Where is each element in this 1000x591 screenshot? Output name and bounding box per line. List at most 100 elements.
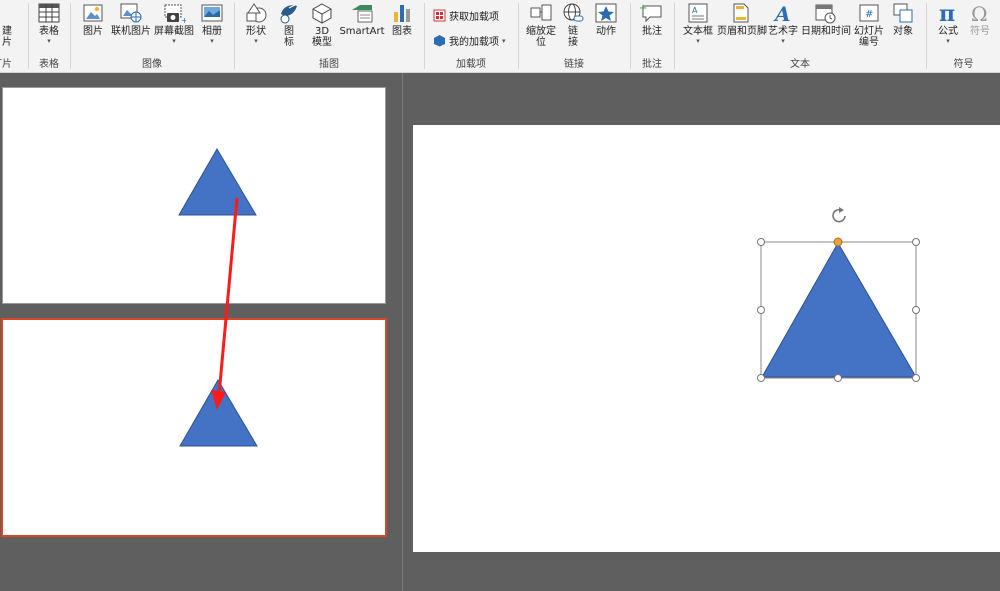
illustrations-group: 形状 ▾ 图 标 3D 模型 SmartArt 图表 插图 [235, 0, 423, 72]
link-label-2: 接 [568, 37, 578, 48]
equation-button[interactable]: π 公式 ▾ [933, 2, 963, 45]
adjust-handle-apex[interactable] [833, 237, 843, 247]
slide-canvas[interactable] [413, 125, 1000, 552]
textbox-button[interactable]: A 文本框 ▾ [681, 2, 715, 45]
album-button[interactable]: 相册 ▾ [197, 2, 227, 45]
3d-model-button[interactable]: 3D 模型 [307, 2, 337, 48]
chevron-down-icon: ▾ [781, 37, 785, 45]
textbox-icon: A [688, 3, 708, 23]
picture-label: 图片 [83, 26, 103, 37]
wordart-label: 艺术字 [768, 26, 798, 37]
slide-thumbnail-2-selected[interactable] [1, 318, 387, 537]
new-slide-label-2: 片 [2, 37, 12, 48]
album-icon [201, 4, 223, 22]
online-picture-button[interactable]: 联机图片 [111, 2, 151, 37]
get-addins-label: 获取加载项 [449, 12, 499, 23]
new-slide-button[interactable]: 建 片 [0, 26, 20, 48]
text-group-label: 文本 [790, 59, 810, 70]
svg-text:Ω: Ω [971, 2, 988, 24]
header-footer-button[interactable]: 页眉和页脚 [717, 2, 767, 37]
icons-button[interactable]: 图 标 [275, 2, 303, 48]
svg-text:A: A [692, 6, 698, 15]
links-group-label: 链接 [564, 59, 584, 70]
svg-text:#: # [865, 9, 873, 20]
images-group: 图片 联机图片 + 屏幕截图 ▾ 相册 ▾ 图像 [71, 0, 233, 72]
resize-handle-top-left[interactable] [757, 238, 765, 246]
slides-group-label: 灯片 [0, 59, 12, 70]
picture-button[interactable]: 图片 [79, 2, 107, 37]
slide-number-label-2: 编号 [859, 37, 879, 48]
slide-number-button[interactable]: # 幻灯片 编号 [851, 2, 887, 48]
resize-handle-middle-left[interactable] [757, 306, 765, 314]
action-label: 动作 [596, 26, 616, 37]
symbol-button[interactable]: Ω 符号 [965, 2, 995, 37]
resize-handle-middle-right[interactable] [912, 306, 920, 314]
table-button[interactable]: 表格 ▾ [35, 2, 63, 45]
equation-icon: π [939, 2, 955, 24]
rotate-handle-icon[interactable] [832, 207, 846, 223]
zoom-label-1: 缩放定 [526, 26, 556, 37]
shapes-icon [246, 3, 267, 23]
action-icon [595, 3, 617, 23]
slide-content [757, 207, 920, 382]
chevron-down-icon: ▾ [47, 37, 51, 45]
zoom-label-2: 位 [536, 37, 546, 48]
album-label: 相册 [202, 26, 222, 37]
datetime-icon [815, 4, 836, 24]
addins-group-label: 加载项 [456, 59, 486, 70]
chevron-down-icon: ▾ [696, 37, 700, 45]
slide-number-label-1: 幻灯片 [854, 26, 884, 37]
symbols-group-label: 符号 [953, 59, 974, 70]
chart-button[interactable]: 图表 [387, 2, 417, 37]
wordart-button[interactable]: A 艺术字 ▾ [767, 2, 799, 45]
resize-handle-bottom-left[interactable] [757, 374, 765, 382]
link-button[interactable]: 链 接 [561, 2, 585, 48]
3d-model-label-1: 3D [314, 26, 330, 37]
tables-group: 表格 ▾ 表格 [29, 0, 69, 72]
zoom-button[interactable]: 缩放定 位 [523, 2, 559, 48]
links-group: 缩放定 位 链 接 动作 链接 [519, 0, 629, 72]
get-addins-button[interactable]: 获取加载项 [433, 8, 499, 23]
shapes-button[interactable]: 形状 ▾ [241, 2, 271, 45]
images-group-label: 图像 [142, 59, 162, 70]
link-label-1: 链 [568, 26, 578, 37]
datetime-button[interactable]: 日期和时间 [801, 2, 851, 37]
object-icon [893, 3, 913, 23]
slides-group: 建 片 灯片 [0, 0, 28, 72]
comments-group-label: 批注 [642, 59, 662, 70]
triangle-shape[interactable] [761, 241, 917, 378]
chevron-down-icon: ▾ [946, 37, 950, 45]
tables-group-label: 表格 [39, 59, 59, 70]
equation-label: 公式 [938, 26, 958, 37]
header-footer-label: 页眉和页脚 [717, 26, 767, 37]
triangle-shape-thumbnail [178, 148, 257, 216]
pane-divider[interactable] [402, 73, 403, 591]
slide-thumbnail-1[interactable] [2, 87, 386, 304]
triangle-shape-thumbnail [179, 379, 258, 447]
smartart-button[interactable]: SmartArt [339, 2, 385, 37]
table-label: 表格 [39, 26, 59, 37]
object-label: 对象 [893, 26, 913, 37]
resize-handle-top-right[interactable] [912, 238, 920, 246]
comment-icon: + [640, 3, 662, 23]
svg-text:+: + [640, 3, 647, 14]
wordart-icon: A [773, 2, 791, 24]
thumbnail-2-content [179, 379, 258, 447]
comment-button[interactable]: + 批注 [637, 2, 667, 37]
svg-text:A: A [773, 2, 791, 24]
store-icon [433, 9, 446, 22]
comments-group: + 批注 批注 [631, 0, 673, 72]
picture-icon [83, 4, 103, 22]
screenshot-button[interactable]: + 屏幕截图 ▾ [153, 2, 195, 45]
resize-handle-bottom-middle[interactable] [834, 374, 842, 382]
symbols-group: π 公式 ▾ Ω 符号 符号 [927, 0, 1000, 72]
object-button[interactable]: 对象 [889, 2, 917, 37]
my-addins-button[interactable]: 我的加载项 ▾ [433, 33, 506, 48]
action-button[interactable]: 动作 [591, 2, 621, 37]
chart-icon [394, 5, 410, 22]
smartart-label: SmartArt [339, 26, 385, 37]
resize-handle-bottom-right[interactable] [912, 374, 920, 382]
3d-model-label-2: 模型 [312, 37, 332, 48]
smartart-icon [352, 5, 373, 23]
addins-group: 获取加载项 我的加载项 ▾ 加载项 [425, 0, 517, 72]
